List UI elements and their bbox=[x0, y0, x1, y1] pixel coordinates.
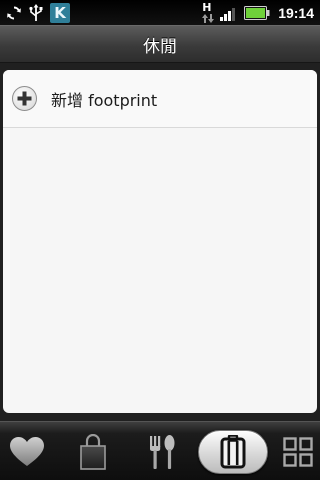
tab-dining[interactable] bbox=[135, 422, 189, 480]
hspa-data-icon: H bbox=[202, 0, 215, 23]
clock: 19:14 bbox=[278, 4, 314, 21]
sync-icon bbox=[7, 6, 21, 19]
signal-icon bbox=[220, 7, 236, 21]
bottom-tab-bar bbox=[0, 421, 320, 480]
active-tab-highlight bbox=[198, 429, 268, 474]
shopping-bag-icon bbox=[80, 433, 106, 470]
tab-leisure[interactable] bbox=[196, 422, 270, 480]
add-footprint-label: 新增 footprint bbox=[51, 90, 158, 110]
content-area: 新增 footprint bbox=[0, 63, 320, 421]
add-footprint-item[interactable]: 新增 footprint bbox=[3, 70, 317, 128]
title-bar: 休閒 bbox=[0, 25, 320, 63]
heart-icon bbox=[10, 436, 44, 466]
fork-spoon-icon bbox=[150, 434, 175, 469]
network-type-label: H bbox=[202, 0, 212, 14]
luggage-icon bbox=[220, 434, 246, 468]
battery-icon bbox=[244, 5, 270, 20]
status-bar: K H 19:14 bbox=[0, 0, 320, 25]
tab-shopping[interactable] bbox=[66, 422, 120, 480]
page-title: 休閒 bbox=[143, 36, 177, 57]
grid-icon bbox=[283, 436, 313, 467]
tab-all[interactable] bbox=[276, 422, 320, 480]
usb-icon bbox=[29, 3, 43, 21]
tab-favorites[interactable] bbox=[0, 422, 54, 480]
footprint-list: 新增 footprint bbox=[3, 70, 317, 413]
add-icon bbox=[12, 86, 37, 111]
k-app-icon: K bbox=[50, 2, 70, 23]
